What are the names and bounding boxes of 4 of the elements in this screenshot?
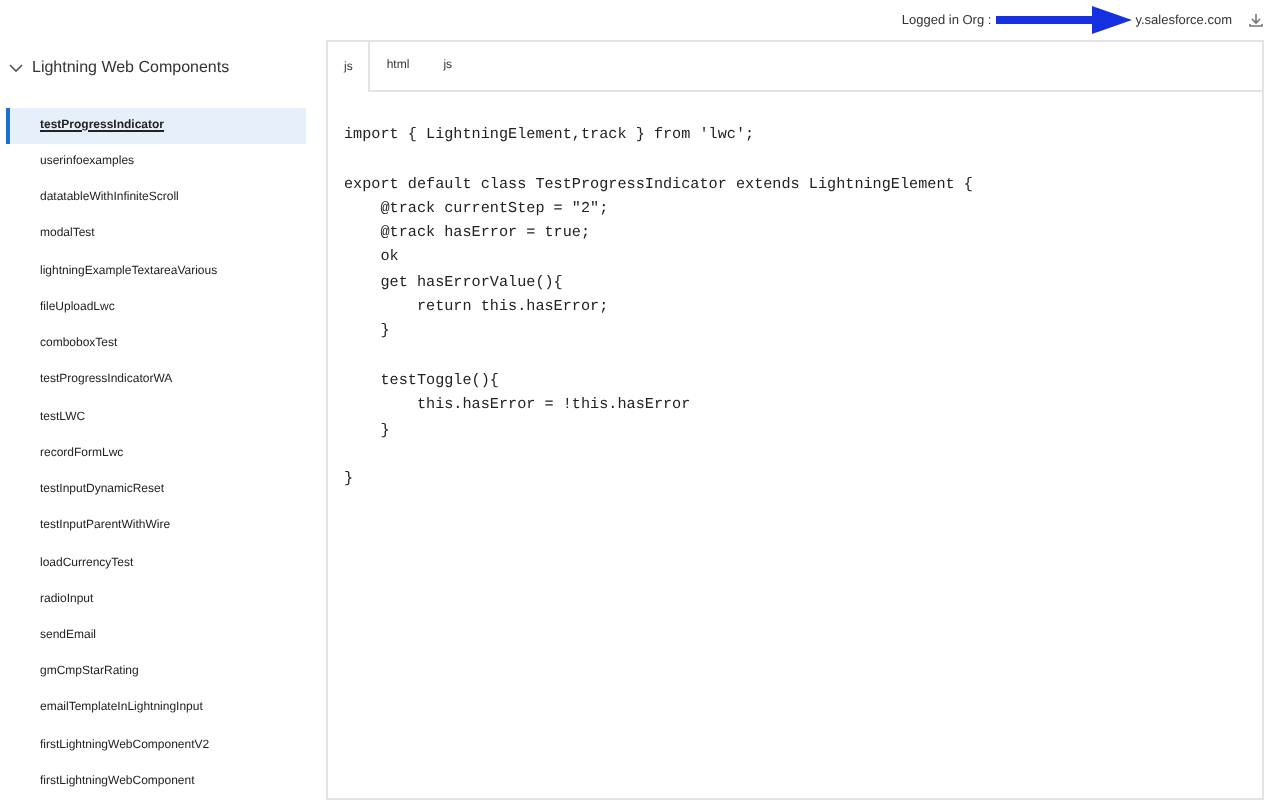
section-title: Lightning Web Components: [32, 58, 230, 77]
download-icon[interactable]: [1248, 12, 1264, 28]
arrow-icon: [991, 4, 1136, 36]
chevron-down-icon[interactable]: [8, 59, 24, 76]
